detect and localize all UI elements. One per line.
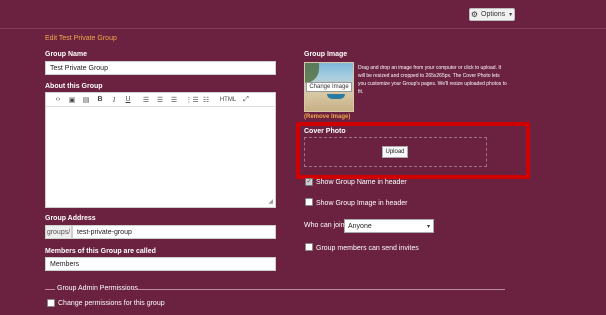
- members-called-value: Members: [50, 260, 80, 268]
- send-invites-label: Group members can send invites: [316, 245, 419, 252]
- page-title: Edit Test Private Group: [45, 35, 117, 42]
- chevron-down-icon: ▾: [426, 223, 430, 230]
- group-name-value: Test Private Group: [50, 64, 108, 72]
- align-center-icon[interactable]: ☰: [153, 96, 167, 104]
- who-can-join-select[interactable]: Anyone ▾: [344, 219, 434, 233]
- group-image-description: Drag and drop an image from your compute…: [358, 65, 507, 95]
- options-button[interactable]: ⚙ Options ▼: [469, 8, 515, 21]
- header-divider: [0, 28, 606, 29]
- editor-toolbar: ‹› ▣ ▤ B I U ☰ ☰ ☰ ⋮☰ ☷ HTML ⤢: [46, 93, 275, 107]
- gear-icon: ⚙: [470, 9, 479, 19]
- remove-image-link[interactable]: (Remove Image): [304, 114, 350, 120]
- options-label: Options: [481, 11, 506, 18]
- fullscreen-icon[interactable]: ⤢: [239, 96, 253, 104]
- show-name-label: Show Group Name in header: [316, 179, 407, 186]
- resize-grip-icon[interactable]: ◢: [268, 198, 273, 205]
- change-permissions-checkbox[interactable]: [47, 299, 55, 307]
- show-image-checkbox[interactable]: [305, 198, 313, 206]
- group-name-label: Group Name: [45, 51, 88, 58]
- members-called-input[interactable]: Members: [45, 257, 276, 271]
- change-image-button[interactable]: Change Image: [306, 82, 352, 92]
- cover-photo-label: Cover Photo: [304, 128, 346, 135]
- who-can-join-label: Who can join?: [304, 222, 349, 229]
- send-invites-checkbox[interactable]: [305, 243, 313, 251]
- group-name-input[interactable]: Test Private Group: [45, 61, 276, 75]
- checkmark-icon: ✓: [306, 179, 312, 185]
- underline-icon[interactable]: U: [121, 96, 135, 103]
- html-button[interactable]: HTML: [217, 97, 239, 103]
- numbered-list-icon[interactable]: ☷: [199, 96, 213, 104]
- group-address-input[interactable]: test-private-group: [72, 225, 276, 239]
- permissions-divider-left: [45, 289, 55, 290]
- group-address-prefix: groups/: [45, 225, 72, 239]
- about-label: About this Group: [45, 83, 103, 90]
- image-icon[interactable]: ▣: [65, 96, 79, 104]
- align-left-icon[interactable]: ☰: [139, 96, 153, 104]
- permissions-divider-right: [131, 289, 505, 290]
- change-permissions-label: Change permissions for this group: [58, 300, 165, 307]
- bullet-list-icon[interactable]: ⋮☰: [185, 96, 199, 104]
- align-right-icon[interactable]: ☰: [167, 96, 181, 104]
- code-icon[interactable]: ‹›: [51, 96, 65, 103]
- bold-icon[interactable]: B: [93, 96, 107, 103]
- about-editor[interactable]: ‹› ▣ ▤ B I U ☰ ☰ ☰ ⋮☰ ☷ HTML ⤢ ◢: [45, 92, 276, 208]
- group-address-label: Group Address: [45, 215, 96, 222]
- group-address-value: test-private-group: [77, 228, 132, 236]
- show-image-label: Show Group Image in header: [316, 200, 408, 207]
- show-name-checkbox[interactable]: ✓: [305, 178, 313, 186]
- who-can-join-value: Anyone: [348, 222, 372, 230]
- permissions-section-label: Group Admin Permissions: [57, 285, 138, 292]
- members-called-label: Members of this Group are called: [45, 248, 156, 255]
- media-icon[interactable]: ▤: [79, 96, 93, 104]
- group-image-label: Group Image: [304, 51, 348, 58]
- upload-button[interactable]: Upload: [382, 146, 408, 158]
- caret-down-icon: ▼: [508, 11, 514, 18]
- italic-icon[interactable]: I: [107, 96, 121, 104]
